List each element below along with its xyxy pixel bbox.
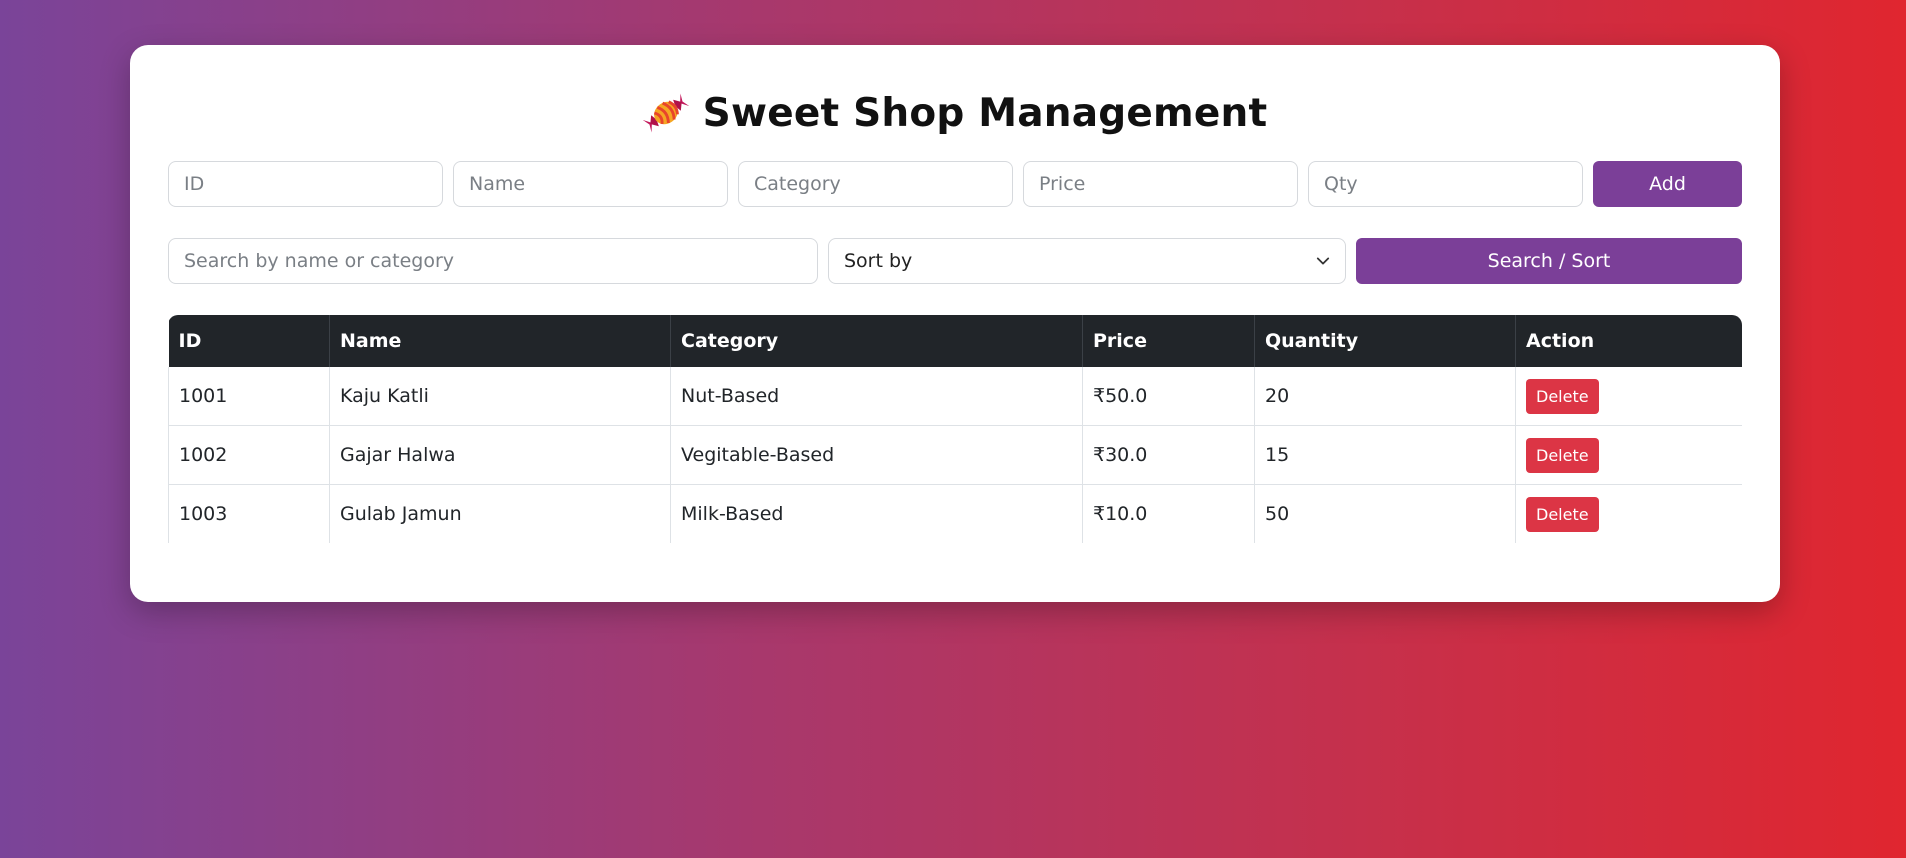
table-row: 1003 Gulab Jamun Milk-Based ₹10.0 50 Del… bbox=[168, 484, 1742, 543]
header-quantity: Quantity bbox=[1254, 315, 1516, 367]
delete-button[interactable]: Delete bbox=[1526, 496, 1599, 532]
table-row: 1002 Gajar Halwa Vegitable-Based ₹30.0 1… bbox=[168, 425, 1742, 485]
sort-select-label: Sort by bbox=[844, 250, 913, 272]
cell-category: Vegitable-Based bbox=[670, 425, 1083, 485]
category-input[interactable] bbox=[738, 161, 1013, 207]
sort-select[interactable]: Sort by bbox=[828, 238, 1346, 284]
add-sweet-form: Add bbox=[168, 161, 1742, 209]
table-row: 1001 Kaju Katli Nut-Based ₹50.0 20 Delet… bbox=[168, 367, 1742, 426]
delete-button[interactable]: Delete bbox=[1526, 437, 1599, 473]
page-header: Sweet Shop Management bbox=[130, 83, 1780, 143]
cell-id: 1002 bbox=[168, 425, 330, 485]
cell-price: ₹10.0 bbox=[1082, 484, 1255, 543]
cell-quantity: 15 bbox=[1254, 425, 1516, 485]
search-sort-button[interactable]: Search / Sort bbox=[1356, 238, 1742, 284]
cell-id: 1001 bbox=[168, 367, 330, 426]
cell-name: Gulab Jamun bbox=[329, 484, 671, 543]
cell-name: Gajar Halwa bbox=[329, 425, 671, 485]
cell-price: ₹30.0 bbox=[1082, 425, 1255, 485]
add-button[interactable]: Add bbox=[1593, 161, 1742, 207]
cell-action: Delete bbox=[1515, 367, 1742, 426]
price-input[interactable] bbox=[1023, 161, 1298, 207]
table-header-row: ID Name Category Price Quantity Action bbox=[168, 315, 1742, 367]
cell-id: 1003 bbox=[168, 484, 330, 543]
cell-category: Milk-Based bbox=[670, 484, 1083, 543]
cell-quantity: 20 bbox=[1254, 367, 1516, 426]
header-category: Category bbox=[670, 315, 1083, 367]
qty-input[interactable] bbox=[1308, 161, 1583, 207]
cell-quantity: 50 bbox=[1254, 484, 1516, 543]
cell-category: Nut-Based bbox=[670, 367, 1083, 426]
cell-action: Delete bbox=[1515, 484, 1742, 543]
chevron-down-icon bbox=[1316, 257, 1330, 265]
header-id: ID bbox=[168, 315, 330, 367]
delete-button[interactable]: Delete bbox=[1526, 378, 1599, 414]
search-sort-bar: Sort by Search / Sort bbox=[168, 238, 1742, 286]
header-name: Name bbox=[329, 315, 671, 367]
cell-price: ₹50.0 bbox=[1082, 367, 1255, 426]
main-card: Sweet Shop Management Add Sort by Search… bbox=[130, 45, 1780, 602]
cell-action: Delete bbox=[1515, 425, 1742, 485]
candy-icon bbox=[642, 93, 689, 133]
sweets-table: ID Name Category Price Quantity Action 1… bbox=[168, 315, 1742, 543]
cell-name: Kaju Katli bbox=[329, 367, 671, 426]
search-input[interactable] bbox=[168, 238, 818, 284]
page-title: Sweet Shop Management bbox=[702, 90, 1268, 136]
header-price: Price bbox=[1082, 315, 1255, 367]
name-input[interactable] bbox=[453, 161, 728, 207]
id-input[interactable] bbox=[168, 161, 443, 207]
sweets-table-container: ID Name Category Price Quantity Action 1… bbox=[168, 315, 1742, 543]
header-action: Action bbox=[1515, 315, 1742, 367]
